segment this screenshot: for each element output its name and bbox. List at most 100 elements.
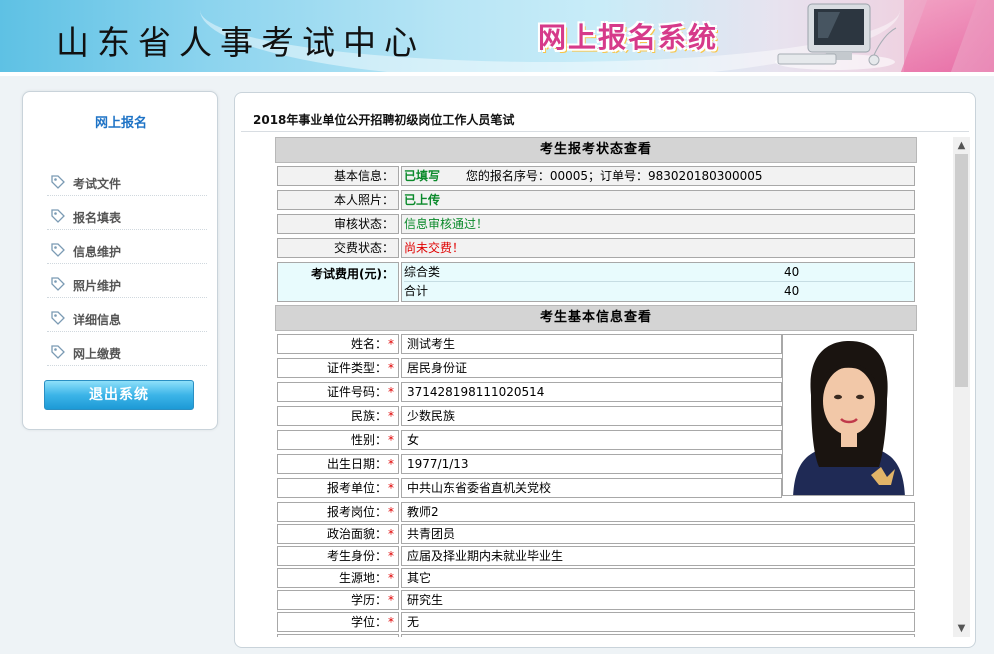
field-value: 中共山东省委省直机关党校 — [401, 478, 782, 498]
field-label: 报考单位：* — [277, 478, 399, 498]
tag-icon — [51, 175, 65, 189]
status-label: 基本信息： — [277, 166, 399, 186]
status-section-header: 考生报考状态查看 — [275, 137, 917, 163]
computer-illustration — [775, 3, 897, 70]
field-value: 居民身份证 — [401, 358, 782, 378]
sidebar-item-exam-files[interactable]: 考试文件 — [47, 170, 207, 196]
sidebar-item-details[interactable]: 详细信息 — [47, 306, 207, 332]
tag-icon — [51, 277, 65, 291]
required-mark: * — [388, 549, 394, 563]
field-value: 教师2 — [401, 502, 915, 522]
field-label-text: 性别： — [350, 433, 387, 447]
vertical-scrollbar[interactable]: ▲ ▼ — [953, 137, 970, 637]
field-value: 共青团员 — [401, 524, 915, 544]
field-label-text: 政治面貌： — [326, 527, 387, 541]
sidebar-item-label: 网上缴费 — [73, 347, 122, 361]
sidebar-item-info-maintenance[interactable]: 信息维护 — [47, 238, 207, 264]
field-value: 研究生 — [401, 590, 915, 610]
field-label: 政治面貌：* — [277, 524, 399, 544]
scroll-down-icon[interactable]: ▼ — [953, 620, 970, 637]
field-label-text: 学位： — [350, 615, 387, 629]
sidebar: 网上报名 考试文件 报名填表 信息维护 照片维护 详细信息 网上缴费 退出系统 — [22, 91, 218, 430]
tag-icon — [51, 243, 65, 257]
required-mark: * — [388, 385, 394, 399]
portrait-image — [783, 335, 913, 495]
fee-line: 合计 40 — [404, 282, 912, 301]
payment-status: 尚未交费！ — [401, 238, 915, 258]
system-brand: 网上报名系统 — [538, 21, 719, 54]
required-mark: * — [388, 481, 394, 495]
tag-icon — [51, 345, 65, 359]
review-status: 信息审核通过！ — [401, 214, 915, 234]
fee-values: 综合类 40 合计 40 — [401, 262, 915, 302]
candidate-photo — [782, 334, 914, 496]
field-label-text: 姓名： — [350, 337, 387, 351]
field-value: 无 — [401, 612, 915, 632]
fee-item-name: 综合类 — [404, 265, 441, 279]
field-label: 证件号码：* — [277, 382, 399, 402]
sidebar-item-label: 信息维护 — [73, 245, 122, 259]
field-value: 371428198111020514 — [401, 382, 782, 402]
required-mark: * — [388, 433, 394, 447]
sidebar-item-registration-form[interactable]: 报名填表 — [47, 204, 207, 230]
field-label: 报考岗位：* — [277, 502, 399, 522]
basic-info-status: 已填写 — [404, 169, 441, 183]
field-label: 生源地：* — [277, 568, 399, 588]
required-mark: * — [388, 457, 394, 471]
status-label: 交费状态： — [277, 238, 399, 258]
required-mark: * — [388, 409, 394, 423]
sidebar-title: 网上报名 — [94, 116, 147, 131]
field-value: 应届及择业期内未就业毕业生 — [401, 546, 915, 566]
fee-total-name: 合计 — [404, 284, 429, 298]
fee-line: 综合类 40 — [404, 263, 912, 282]
status-value: 已填写 您的报名序号：00005；订单号：983020180300005 — [401, 166, 915, 186]
sidebar-item-photo-maintenance[interactable]: 照片维护 — [47, 272, 207, 298]
field-label: 证件类型：* — [277, 358, 399, 378]
main-panel: 2018年事业单位公开招聘初级岗位工作人员笔试 考生报考状态查看 基本信息： 已… — [234, 92, 976, 648]
exam-fee-table: 考试费用(元)： 综合类 40 合计 40 — [277, 262, 915, 302]
header-separator — [0, 72, 994, 76]
content-scroll-area[interactable]: 考生报考状态查看 基本信息： 已填写 您的报名序号：00005；订单号：9830… — [275, 137, 971, 637]
field-label-text: 证件类型： — [326, 361, 387, 375]
sidebar-item-label: 详细信息 — [73, 313, 122, 327]
field-label-text: 出生日期： — [326, 457, 387, 471]
fee-total-amount: 40 — [784, 284, 800, 298]
sidebar-item-label: 考试文件 — [73, 177, 122, 191]
info-section-header: 考生基本信息查看 — [275, 305, 917, 331]
status-label: 本人照片： — [277, 190, 399, 210]
scrollbar-thumb[interactable] — [955, 154, 968, 387]
field-label — [277, 634, 399, 637]
field-value — [401, 634, 915, 637]
field-value: 测试考生 — [401, 334, 782, 354]
field-label-text: 学历： — [350, 593, 387, 607]
required-mark: * — [388, 615, 394, 629]
registration-numbers: 您的报名序号：00005；订单号：983020180300005 — [465, 169, 763, 183]
exam-title: 2018年事业单位公开招聘初级岗位工作人员笔试 — [253, 113, 515, 127]
sidebar-item-label: 照片维护 — [73, 279, 122, 293]
logout-button[interactable]: 退出系统 — [44, 380, 194, 410]
field-label: 姓名：* — [277, 334, 399, 354]
sidebar-item-online-payment[interactable]: 网上缴费 — [47, 340, 207, 366]
required-mark: * — [388, 527, 394, 541]
required-mark: * — [388, 593, 394, 607]
divider — [241, 131, 969, 132]
header-decoration — [904, 0, 994, 72]
required-mark: * — [388, 337, 394, 351]
scroll-up-icon[interactable]: ▲ — [953, 137, 970, 154]
field-label: 性别：* — [277, 430, 399, 450]
field-label-text: 考生身份： — [326, 549, 387, 563]
sidebar-item-label: 报名填表 — [73, 211, 122, 225]
field-label: 考生身份：* — [277, 546, 399, 566]
field-label: 民族：* — [277, 406, 399, 426]
required-mark: * — [388, 361, 394, 375]
fee-item-amount: 40 — [784, 265, 800, 279]
tag-icon — [51, 311, 65, 325]
field-value: 女 — [401, 430, 782, 450]
field-value: 1977/1/13 — [401, 454, 782, 474]
required-mark: * — [388, 505, 394, 519]
field-label-text: 报考岗位： — [326, 505, 387, 519]
photo-status: 已上传 — [401, 190, 915, 210]
field-label-text: 生源地： — [338, 571, 387, 585]
field-label-text: 民族： — [350, 409, 387, 423]
field-label-text: 证件号码： — [326, 385, 387, 399]
